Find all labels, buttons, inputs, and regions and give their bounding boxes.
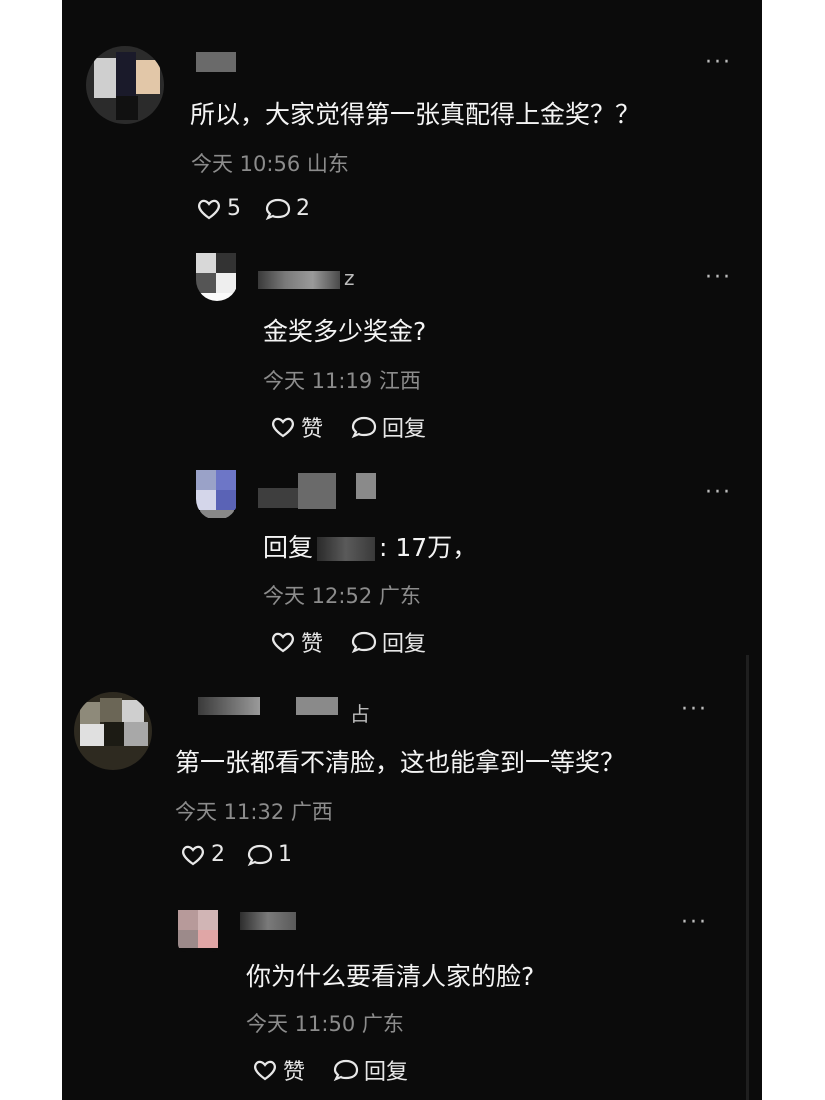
username-tail: 占	[350, 702, 370, 726]
reply-meta: 今天 12:52 广东	[263, 584, 421, 608]
username-blurred[interactable]	[240, 912, 296, 930]
like-label: 赞	[301, 417, 324, 442]
reply-count: 1	[278, 842, 292, 867]
avatar[interactable]	[86, 46, 164, 124]
reply-button[interactable]: 回复	[351, 411, 426, 443]
reply-text: 回复 : 17万，	[263, 528, 477, 564]
reply-label: 回复	[382, 417, 427, 442]
reply-content: : 17万，	[379, 533, 478, 562]
username-blurred[interactable]	[258, 271, 340, 289]
reply-actions: 赞 回复	[252, 1054, 408, 1086]
more-options-icon[interactable]: ···	[681, 699, 708, 721]
mentioned-username-blurred[interactable]	[317, 537, 376, 561]
more-options-icon[interactable]: ···	[681, 912, 708, 934]
like-label: 赞	[283, 1060, 306, 1085]
heart-icon	[270, 415, 296, 439]
like-button[interactable]: 2	[180, 842, 225, 867]
avatar[interactable]	[74, 692, 152, 770]
username-blurred[interactable]	[356, 473, 376, 499]
speech-bubble-icon	[333, 1058, 359, 1082]
speech-bubble-icon	[351, 630, 377, 654]
comment-text: 所以，大家觉得第一张真配得上金奖？？	[190, 100, 641, 129]
like-button[interactable]: 赞	[270, 626, 323, 658]
username-blurred[interactable]	[298, 473, 336, 509]
like-button[interactable]: 赞	[252, 1054, 305, 1086]
username-blurred[interactable]	[198, 697, 260, 715]
reply-button[interactable]: 回复	[351, 626, 426, 658]
more-options-icon[interactable]: ···	[705, 267, 732, 289]
more-options-icon[interactable]: ···	[705, 482, 732, 504]
reply-text: 你为什么要看清人家的脸?	[246, 962, 535, 991]
reply-button[interactable]: 2	[265, 196, 310, 221]
speech-bubble-icon	[265, 197, 291, 221]
username-blurred[interactable]	[296, 697, 338, 715]
speech-bubble-icon	[351, 415, 377, 439]
avatar[interactable]	[196, 253, 238, 301]
reply-prefix: 回复	[263, 533, 314, 562]
like-button[interactable]: 5	[196, 196, 241, 221]
like-label: 赞	[301, 632, 324, 657]
scrollbar[interactable]	[746, 655, 749, 1100]
comment-meta: 今天 10:56 山东	[191, 152, 349, 176]
reply-meta: 今天 11:19 江西	[263, 369, 421, 393]
avatar[interactable]	[178, 910, 220, 952]
like-count: 2	[211, 842, 225, 867]
reply-button[interactable]: 1	[247, 842, 292, 867]
reply-actions: 赞 回复	[270, 626, 426, 658]
username-tail: z	[344, 266, 355, 290]
reply-count: 2	[296, 196, 310, 221]
reply-label: 回复	[382, 632, 427, 657]
username-blurred[interactable]	[196, 52, 236, 72]
username-blurred[interactable]	[258, 488, 298, 508]
comment-actions: 5 2	[196, 196, 310, 221]
comment-text: 第一张都看不清脸，这也能拿到一等奖？	[175, 748, 626, 777]
more-options-icon[interactable]: ···	[705, 52, 732, 74]
avatar[interactable]	[196, 470, 238, 520]
reply-meta: 今天 11:50 广东	[246, 1012, 404, 1036]
heart-icon	[196, 197, 222, 221]
reply-actions: 赞 回复	[270, 411, 426, 443]
heart-icon	[180, 843, 206, 867]
comment-actions: 2 1	[180, 842, 292, 867]
reply-text: 金奖多少奖金?	[263, 317, 427, 346]
reply-button[interactable]: 回复	[333, 1054, 408, 1086]
like-count: 5	[227, 196, 241, 221]
speech-bubble-icon	[247, 843, 273, 867]
like-button[interactable]: 赞	[270, 411, 323, 443]
heart-icon	[270, 630, 296, 654]
comment-meta: 今天 11:32 广西	[175, 800, 333, 824]
heart-icon	[252, 1058, 278, 1082]
reply-label: 回复	[364, 1060, 409, 1085]
